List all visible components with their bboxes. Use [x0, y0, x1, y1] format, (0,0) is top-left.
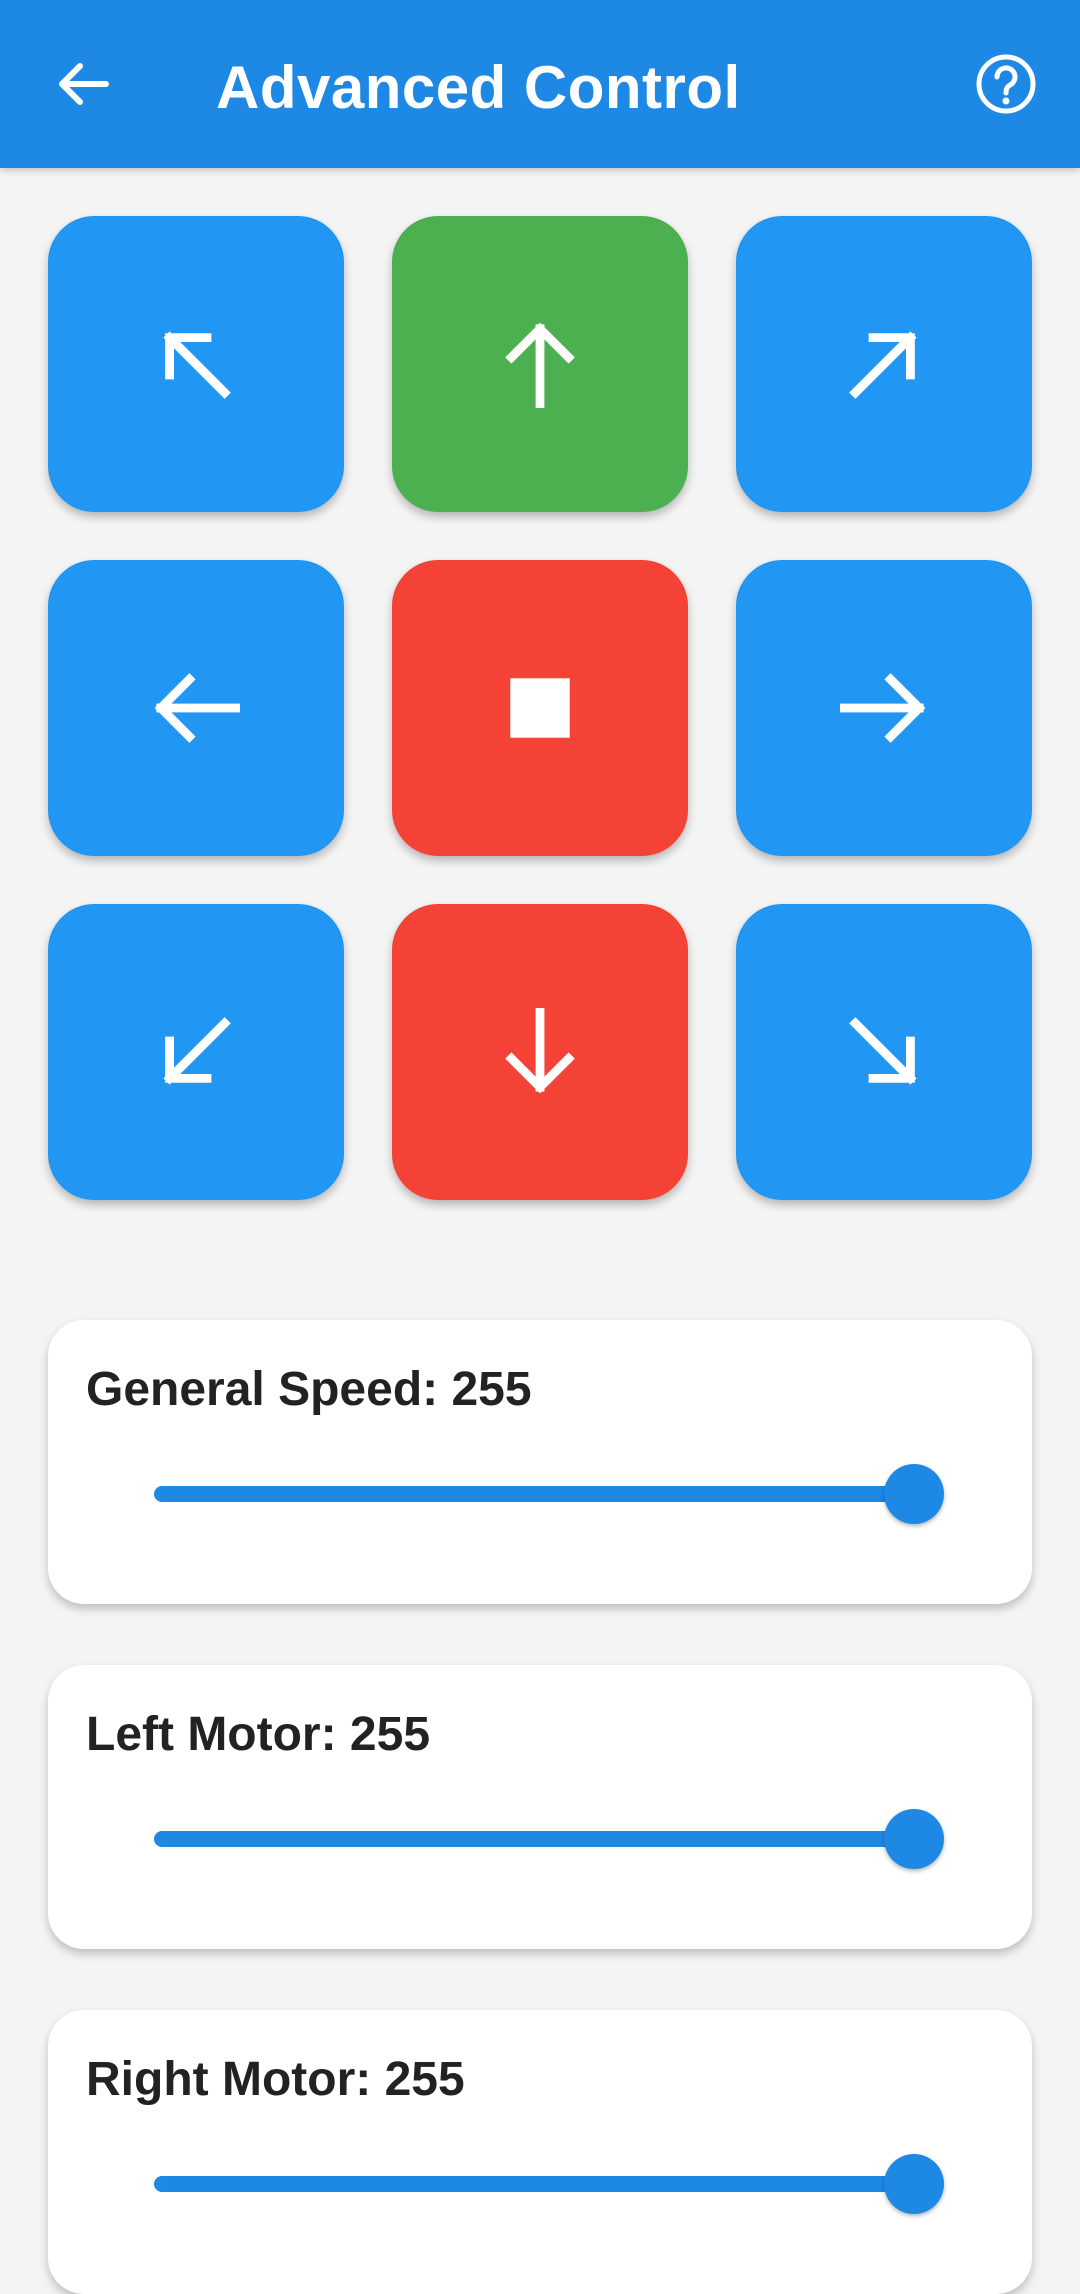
stop-icon: [510, 678, 570, 738]
help-circle-icon: [976, 54, 1036, 114]
right-button[interactable]: [736, 560, 1032, 856]
general-speed-label: General Speed: 255: [86, 1363, 532, 1416]
left-motor-card: Left Motor: 255: [48, 1665, 1032, 1949]
arrow-up-icon: [505, 322, 575, 408]
general-speed-thumb[interactable]: [884, 1464, 944, 1524]
arrow-down-right-icon: [849, 1017, 917, 1085]
backward-right-button[interactable]: [736, 904, 1032, 1200]
back-button[interactable]: [50, 50, 118, 118]
help-button[interactable]: [972, 50, 1040, 118]
general-speed-card: General Speed: 255: [48, 1320, 1032, 1604]
general-speed-track[interactable]: [154, 1486, 914, 1502]
right-motor-thumb[interactable]: [884, 2154, 944, 2214]
arrow-left-icon: [59, 63, 109, 105]
left-motor-thumb[interactable]: [884, 1809, 944, 1869]
left-button[interactable]: [48, 560, 344, 856]
right-motor-track[interactable]: [154, 2176, 914, 2192]
backward-button[interactable]: [392, 904, 688, 1200]
arrow-down-left-icon: [163, 1017, 231, 1085]
page-title: Advanced Control: [216, 54, 741, 121]
forward-button[interactable]: [392, 216, 688, 512]
forward-left-button[interactable]: [48, 216, 344, 512]
left-motor-label: Left Motor: 255: [86, 1708, 431, 1761]
stop-button[interactable]: [392, 560, 688, 856]
left-motor-track[interactable]: [154, 1831, 914, 1847]
arrow-left-icon: [154, 673, 240, 743]
right-motor-card: Right Motor: 255: [48, 2010, 1032, 2294]
backward-left-button[interactable]: [48, 904, 344, 1200]
arrow-right-icon: [840, 673, 926, 743]
arrow-up-right-icon: [849, 331, 917, 399]
arrow-down-icon: [505, 1008, 575, 1094]
arrow-up-left-icon: [163, 331, 231, 399]
forward-right-button[interactable]: [736, 216, 1032, 512]
right-motor-label: Right Motor: 255: [86, 2053, 465, 2106]
app-bar: Advanced Control: [0, 0, 1080, 168]
